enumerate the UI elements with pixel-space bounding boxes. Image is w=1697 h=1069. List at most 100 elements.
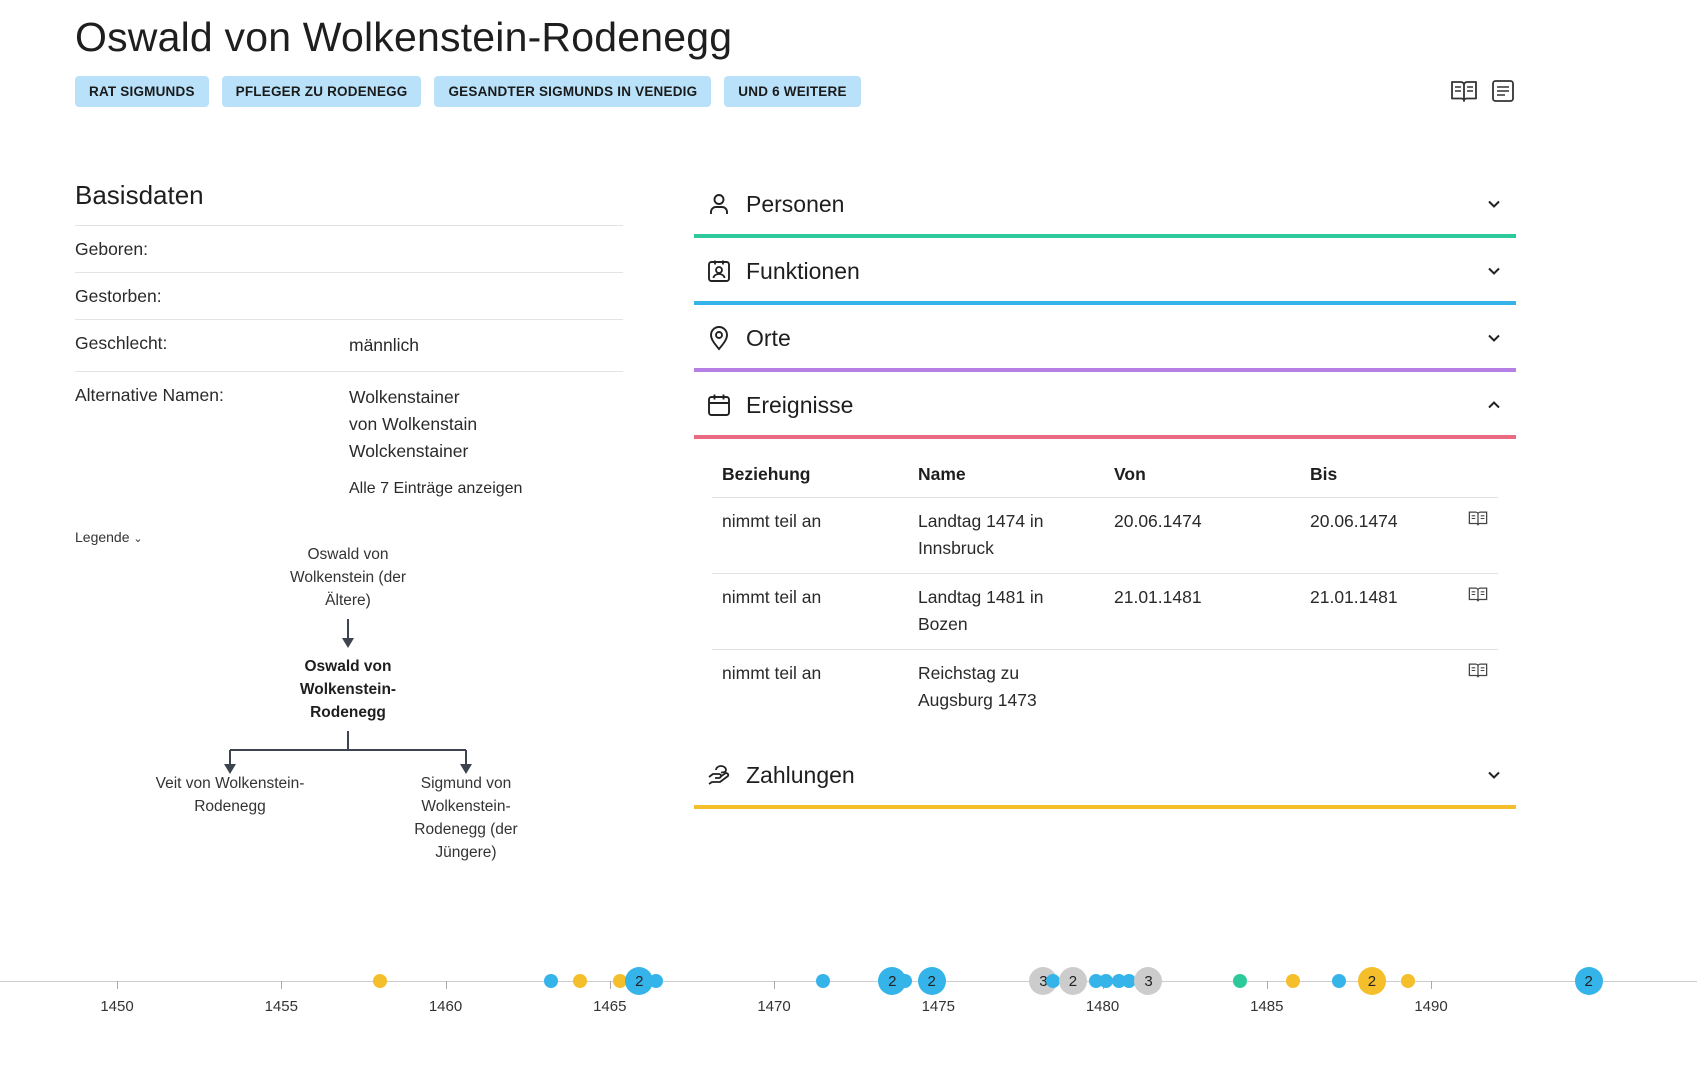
timeline-tick-label: 1465 — [593, 998, 627, 1015]
legend-toggle[interactable]: Legende ⌄ — [75, 529, 143, 545]
alt-name: Wolckenstainer — [349, 441, 469, 461]
timeline-marker[interactable] — [1401, 974, 1415, 988]
timeline-marker[interactable] — [372, 974, 387, 988]
book-icon[interactable] — [1468, 510, 1488, 527]
table-row[interactable]: nimmt teil an Reichstag zu Augsburg 1473 — [712, 649, 1498, 725]
timeline-marker[interactable] — [816, 974, 831, 988]
cell-from — [1104, 649, 1300, 725]
header-actions — [1450, 78, 1518, 104]
accordion-header-personen[interactable]: Personen — [694, 174, 1516, 234]
tree-node-self: Oswald von Wolkenstein-Rodenegg — [299, 658, 397, 721]
timeline-marker[interactable]: 2 — [1058, 967, 1087, 995]
list-icon[interactable] — [1490, 78, 1518, 104]
timeline-marker[interactable]: 2 — [1357, 967, 1386, 995]
payment-icon — [708, 765, 730, 785]
tree-node-parent[interactable]: Oswald von Wolkenstein (der Ältere) — [273, 543, 423, 612]
alt-name: von Wolkenstain — [349, 414, 478, 434]
cell-name: Landtag 1474 in Innsbruck — [908, 497, 1104, 574]
id-badge-icon — [708, 260, 730, 282]
timeline-marker[interactable] — [648, 974, 663, 988]
chevron-down-icon — [1488, 334, 1500, 342]
accordion-divider — [694, 234, 1516, 238]
timeline-tick-label: 1480 — [1085, 998, 1120, 1015]
accordion-header-ereignisse[interactable]: Ereignisse — [694, 375, 1516, 435]
calendar-icon — [708, 394, 730, 416]
cell-from: 21.01.1481 — [1104, 573, 1300, 650]
cell-relation: nimmt teil an — [712, 649, 908, 725]
timeline-marker[interactable] — [1332, 974, 1347, 988]
table-row[interactable]: nimmt teil an Landtag 1474 in Innsbruck … — [712, 497, 1498, 574]
accordion-header-orte[interactable]: Orte — [694, 308, 1516, 368]
accordion-header-zahlungen[interactable]: Zahlungen — [694, 745, 1516, 805]
cell-name: Landtag 1481 in Bozen — [908, 573, 1104, 650]
accordion-zahlungen: Zahlungen — [694, 745, 1516, 809]
timeline-marker[interactable]: 2 — [917, 967, 946, 995]
timeline-tick — [774, 981, 775, 989]
accordion-ereignisse: Ereignisse — [694, 375, 1516, 439]
book-icon[interactable] — [1450, 78, 1478, 104]
timeline-marker[interactable]: 3 — [1134, 967, 1163, 995]
timeline-marker[interactable] — [898, 974, 913, 988]
accordion-divider — [694, 435, 1516, 439]
cell-source — [1458, 497, 1498, 574]
basisdaten-heading: Basisdaten — [75, 180, 204, 210]
timeline-tick-label: 1470 — [757, 998, 791, 1015]
cell-source — [1458, 649, 1498, 725]
table-header-row: Beziehung Name Von Bis — [712, 456, 1498, 498]
chevron-down-icon — [1488, 200, 1500, 208]
row-label: Geschlecht: — [75, 333, 168, 353]
book-icon[interactable] — [1468, 586, 1488, 603]
accordion-divider — [694, 368, 1516, 372]
column-header: Name — [918, 464, 966, 484]
accordion-label: Ereignisse — [746, 391, 854, 418]
cell-name: Reichstag zu Augsburg 1473 — [908, 649, 1104, 725]
accordion-personen: Personen — [694, 174, 1516, 238]
cell-relation: nimmt teil an — [712, 573, 908, 650]
timeline-tick-label: 1460 — [428, 998, 463, 1015]
show-all-names-link[interactable]: Alle 7 Einträge anzeigen — [349, 475, 522, 502]
accordion-label: Orte — [746, 324, 791, 351]
chevron-down-icon — [1488, 267, 1500, 275]
timeline-marker[interactable] — [543, 974, 558, 988]
cell-relation: nimmt teil an — [712, 497, 908, 574]
tree-node-child-sigmund[interactable]: Sigmund von Wolkenstein-Rodenegg (der Jü… — [391, 772, 541, 864]
person-icon — [710, 194, 728, 214]
chevron-down-icon — [1488, 771, 1500, 779]
timeline-tick-label: 1485 — [1250, 998, 1284, 1015]
timeline-marker[interactable] — [1098, 974, 1113, 988]
tag-rat-sigmunds[interactable]: RAT SIGMUNDS — [75, 76, 209, 107]
events-table: Beziehung Name Von Bis nimmt teil an Lan… — [712, 456, 1498, 725]
timeline-tick — [1431, 981, 1432, 989]
row-gestorben: Gestorben: — [75, 272, 623, 319]
timeline-marker[interactable] — [1233, 974, 1248, 988]
row-value-list: Wolkenstainer von Wolkenstain Wolckensta… — [349, 384, 522, 529]
timeline-tick-label: 1475 — [921, 998, 955, 1015]
chevron-up-icon — [1488, 401, 1500, 409]
timeline-tick — [609, 981, 611, 989]
tree-node-child-veit[interactable]: Veit von Wolkenstein-Rodenegg — [155, 772, 305, 818]
timeline-tick-label: 1455 — [264, 998, 298, 1015]
cell-from: 20.06.1474 — [1104, 497, 1300, 574]
column-header: Bis — [1310, 464, 1338, 484]
table-row[interactable]: nimmt teil an Landtag 1481 in Bozen 21.0… — [712, 573, 1498, 650]
accordion-label: Personen — [746, 190, 845, 217]
timeline-tick — [281, 981, 283, 989]
chevron-down-icon: ⌄ — [133, 533, 143, 545]
tag-more[interactable]: UND 6 WEITERE — [724, 76, 861, 107]
timeline-marker[interactable] — [573, 974, 588, 988]
timeline-axis[interactable] — [0, 981, 1697, 982]
basisdaten-section: Basisdaten Geboren: Gestorben: Geschlech… — [75, 180, 623, 541]
accordion-header-funktionen[interactable]: Funktionen — [694, 241, 1516, 301]
function-tags: RAT SIGMUNDS PFLEGER ZU RODENEGG GESANDT… — [75, 76, 861, 107]
alt-name: Wolkenstainer — [349, 387, 460, 407]
timeline-tick-label: 1490 — [1414, 998, 1448, 1015]
timeline-marker[interactable]: 2 — [1574, 967, 1603, 995]
tag-pfleger-zu-rodenegg[interactable]: PFLEGER ZU RODENEGG — [221, 76, 422, 107]
tag-gesandter-sigmunds[interactable]: GESANDTER SIGMUNDS IN VENEDIG — [434, 76, 712, 107]
book-icon[interactable] — [1468, 662, 1488, 679]
cell-source — [1458, 573, 1498, 650]
timeline-tick — [117, 981, 118, 989]
timeline-marker[interactable] — [1286, 974, 1301, 988]
accordion-label: Funktionen — [746, 257, 860, 284]
accordion-funktionen: Funktionen — [694, 241, 1516, 305]
